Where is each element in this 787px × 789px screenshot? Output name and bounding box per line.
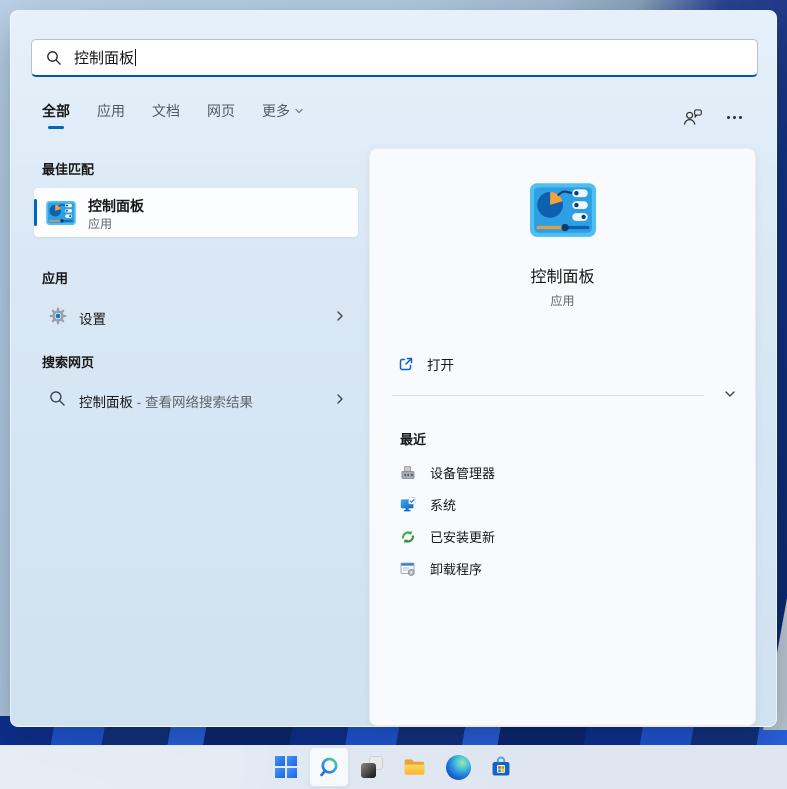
tab-apps[interactable]: 应用: [97, 101, 125, 129]
gear-icon: [49, 307, 67, 325]
chevron-right-icon[interactable]: [334, 393, 346, 405]
tab-documents[interactable]: 文档: [152, 101, 180, 129]
best-match-subtitle: 应用: [88, 215, 112, 232]
divider: [392, 395, 704, 396]
task-view-button[interactable]: [352, 747, 392, 787]
search-icon: [46, 50, 62, 66]
recent-item-device-manager[interactable]: 设备管理器: [400, 460, 495, 485]
result-web-search[interactable]: 控制面板 - 查看网络搜索结果: [34, 380, 358, 419]
tab-more[interactable]: 更多: [262, 101, 304, 129]
start-button[interactable]: [266, 747, 306, 787]
edge-browser-button[interactable]: [438, 747, 478, 787]
section-header-best-match: 最佳匹配: [42, 159, 94, 178]
selection-accent-bar: [34, 199, 37, 226]
windows-start-icon: [275, 756, 297, 778]
taskbar: [0, 745, 787, 789]
web-query-suffix: - 查看网络搜索结果: [137, 395, 253, 410]
recent-item-installed-updates[interactable]: 已安装更新: [400, 524, 495, 549]
web-query-text: 控制面板: [79, 395, 133, 410]
control-panel-icon: [46, 201, 76, 230]
task-view-icon: [361, 756, 383, 778]
open-action[interactable]: 打开: [398, 354, 454, 374]
recent-header: 最近: [400, 429, 426, 448]
device-manager-icon: [400, 465, 416, 481]
result-settings[interactable]: 设置: [34, 297, 358, 336]
section-header-apps: 应用: [42, 268, 68, 287]
best-match-title: 控制面板: [88, 196, 144, 216]
tab-all[interactable]: 全部: [42, 101, 70, 129]
recent-list: 设备管理器 系统: [400, 460, 495, 581]
update-arrows-icon: [400, 529, 416, 545]
best-match-result[interactable]: 控制面板 应用: [34, 188, 358, 237]
search-filter-tabs: 全部 应用 文档 网页 更多: [42, 101, 304, 129]
search-flyout-panel: 控制面板 全部 应用 文档 网页 更多: [10, 10, 777, 727]
ellipsis-icon[interactable]: [727, 116, 742, 119]
panel-header-actions: [682, 107, 742, 127]
open-external-icon: [398, 356, 414, 372]
section-header-search-web: 搜索网页: [42, 352, 94, 371]
microsoft-store-button[interactable]: [481, 747, 521, 787]
settings-label: 设置: [79, 308, 106, 328]
chevron-down-icon[interactable]: [723, 387, 737, 401]
text-caret: [135, 49, 136, 66]
search-query-text: 控制面板: [74, 47, 134, 68]
system-monitor-icon: [400, 497, 416, 513]
edge-browser-icon: [446, 755, 471, 780]
file-explorer-button[interactable]: [395, 747, 435, 787]
preview-subtitle: 应用: [370, 292, 755, 309]
recent-item-uninstall-program[interactable]: 卸载程序: [400, 556, 495, 581]
chevron-right-icon[interactable]: [334, 310, 346, 322]
recent-item-system[interactable]: 系统: [400, 492, 495, 517]
preview-title: 控制面板: [370, 263, 755, 287]
preview-card: 控制面板 应用 打开 最近: [369, 148, 756, 726]
active-tab-underline: [48, 126, 64, 129]
search-input[interactable]: 控制面板: [31, 39, 758, 77]
tab-web[interactable]: 网页: [207, 101, 235, 129]
uninstall-window-icon: [400, 561, 416, 577]
file-explorer-icon: [402, 754, 428, 780]
search-icon: [317, 755, 342, 780]
chevron-down-icon: [294, 106, 304, 116]
magnifier-icon: [49, 390, 66, 407]
person-chat-bubble-icon[interactable]: [682, 107, 703, 127]
control-panel-icon: [530, 183, 596, 242]
search-taskbar-button[interactable]: [309, 747, 349, 787]
open-label: 打开: [427, 354, 454, 374]
microsoft-store-icon: [488, 754, 514, 780]
